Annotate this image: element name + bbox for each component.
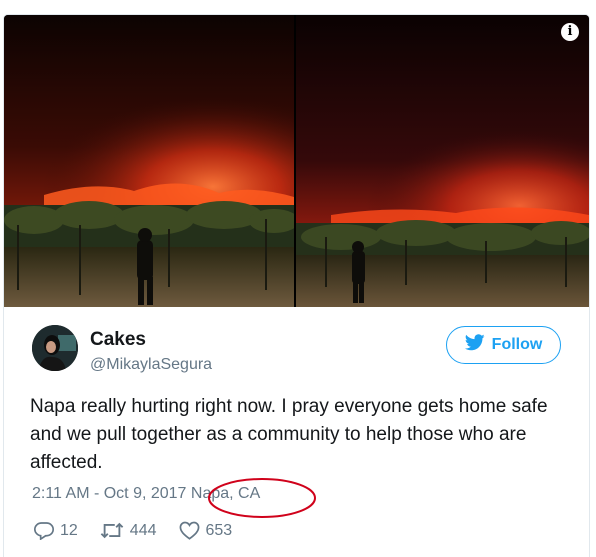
heart-icon [179,521,200,540]
tweet-actions: 12 444 653 [34,521,254,540]
location-link[interactable]: Napa, CA [191,485,260,502]
reply-count: 12 [60,521,78,539]
retweet-count: 444 [129,521,157,539]
tweet-media[interactable]: i [4,15,589,307]
reply-button[interactable]: 12 [34,521,78,540]
info-icon[interactable]: i [561,23,579,41]
wildfire-photo-right[interactable] [296,15,589,307]
tweet-text: Napa really hurting right now. I pray ev… [30,396,548,473]
timestamp[interactable]: 2:11 AM - Oct 9, 2017 [32,485,186,502]
retweet-icon [100,521,124,540]
twitter-bird-icon [464,334,485,356]
avatar[interactable] [32,325,78,371]
display-name[interactable]: Cakes [90,329,146,351]
tweet-meta: 2:11 AM - Oct 9, 2017 Napa, CA [32,485,260,503]
follow-label: Follow [491,336,543,353]
retweet-button[interactable]: 444 [100,521,157,540]
user-handle[interactable]: @MikaylaSegura [90,356,212,374]
wildfire-photo-left[interactable] [4,15,294,307]
reply-icon [34,521,54,540]
follow-button[interactable]: Follow [446,326,561,364]
like-button[interactable]: 653 [179,521,233,540]
tweet-card: i Cakes @MikaylaSegura Follow Napa reall… [3,14,590,557]
like-count: 653 [205,521,233,539]
